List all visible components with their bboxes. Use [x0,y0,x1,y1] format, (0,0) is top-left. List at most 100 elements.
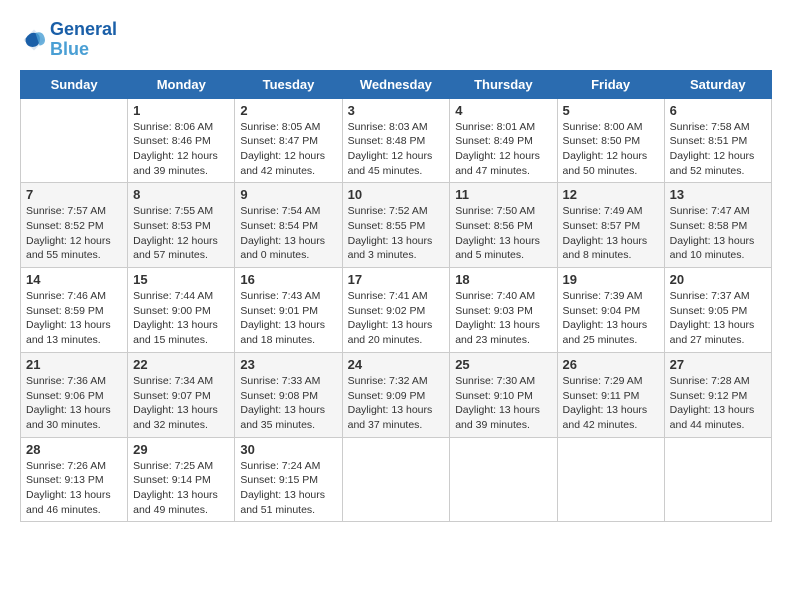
day-info: Sunrise: 7:36 AMSunset: 9:06 PMDaylight:… [26,374,122,433]
calendar-cell: 27 Sunrise: 7:28 AMSunset: 9:12 PMDayligh… [664,352,771,437]
weekday-header-thursday: Thursday [450,70,557,98]
day-number: 23 [240,357,336,372]
calendar-cell: 24Sunrise: 7:32 AMSunset: 9:09 PMDayligh… [342,352,450,437]
calendar-cell: 12Sunrise: 7:49 AMSunset: 8:57 PMDayligh… [557,183,664,268]
day-number: 26 [563,357,659,372]
calendar-table: SundayMondayTuesdayWednesdayThursdayFrid… [20,70,772,523]
day-info: Sunrise: 7:43 AMSunset: 9:01 PMDaylight:… [240,289,336,348]
weekday-header-sunday: Sunday [21,70,128,98]
day-number: 7 [26,187,122,202]
day-info: Sunrise: 7:54 AMSunset: 8:54 PMDaylight:… [240,204,336,263]
day-info: Sunrise: 8:01 AMSunset: 8:49 PMDaylight:… [455,120,551,179]
weekday-header-wednesday: Wednesday [342,70,450,98]
calendar-cell: 17 Sunrise: 7:41 AMSunset: 9:02 PMDayligh… [342,268,450,353]
calendar-cell: 9 Sunrise: 7:54 AMSunset: 8:54 PMDaylight… [235,183,342,268]
day-info: Sunrise: 7:30 AMSunset: 9:10 PMDaylight:… [455,374,551,433]
calendar-cell: 13 Sunrise: 7:47 AMSunset: 8:58 PMDayligh… [664,183,771,268]
day-number: 14 [26,272,122,287]
day-number: 17 [348,272,445,287]
day-info: Sunrise: 7:52 AMSunset: 8:55 PMDaylight:… [348,204,445,263]
day-number: 19 [563,272,659,287]
day-info: Sunrise: 7:46 AMSunset: 8:59 PMDaylight:… [26,289,122,348]
logo: General Blue [20,20,117,60]
calendar-cell: 14 Sunrise: 7:46 AMSunset: 8:59 PMDayligh… [21,268,128,353]
day-number: 1 [133,103,229,118]
weekday-header-friday: Friday [557,70,664,98]
day-number: 29 [133,442,229,457]
calendar-cell [664,437,771,522]
day-number: 21 [26,357,122,372]
weekday-header-saturday: Saturday [664,70,771,98]
day-info: Sunrise: 7:32 AMSunset: 9:09 PMDaylight:… [348,374,445,433]
calendar-cell [342,437,450,522]
calendar-cell: 8 Sunrise: 7:55 AMSunset: 8:53 PMDaylight… [128,183,235,268]
calendar-cell: 22 Sunrise: 7:34 AMSunset: 9:07 PMDayligh… [128,352,235,437]
day-info: Sunrise: 7:50 AMSunset: 8:56 PMDaylight:… [455,204,551,263]
calendar-cell: 3 Sunrise: 8:03 AMSunset: 8:48 PMDaylight… [342,98,450,183]
logo-text: General Blue [50,20,117,60]
day-info: Sunrise: 7:33 AMSunset: 9:08 PMDaylight:… [240,374,336,433]
day-info: Sunrise: 8:00 AMSunset: 8:50 PMDaylight:… [563,120,659,179]
calendar-cell: 16 Sunrise: 7:43 AMSunset: 9:01 PMDayligh… [235,268,342,353]
day-info: Sunrise: 7:41 AMSunset: 9:02 PMDaylight:… [348,289,445,348]
day-number: 16 [240,272,336,287]
calendar-cell: 28 Sunrise: 7:26 AMSunset: 9:13 PMDayligh… [21,437,128,522]
logo-icon [20,26,48,54]
day-number: 13 [670,187,766,202]
day-number: 3 [348,103,445,118]
calendar-cell: 30Sunrise: 7:24 AMSunset: 9:15 PMDayligh… [235,437,342,522]
calendar-cell [450,437,557,522]
weekday-header-monday: Monday [128,70,235,98]
day-info: Sunrise: 7:55 AMSunset: 8:53 PMDaylight:… [133,204,229,263]
day-info: Sunrise: 7:40 AMSunset: 9:03 PMDaylight:… [455,289,551,348]
calendar-cell [21,98,128,183]
calendar-week-1: 1 Sunrise: 8:06 AMSunset: 8:46 PMDaylight… [21,98,772,183]
calendar-cell: 1 Sunrise: 8:06 AMSunset: 8:46 PMDaylight… [128,98,235,183]
day-info: Sunrise: 7:57 AMSunset: 8:52 PMDaylight:… [26,204,122,263]
day-number: 8 [133,187,229,202]
day-info: Sunrise: 7:39 AMSunset: 9:04 PMDaylight:… [563,289,659,348]
day-info: Sunrise: 7:28 AMSunset: 9:12 PMDaylight:… [670,374,766,433]
calendar-cell: 4 Sunrise: 8:01 AMSunset: 8:49 PMDaylight… [450,98,557,183]
calendar-cell: 2Sunrise: 8:05 AMSunset: 8:47 PMDaylight… [235,98,342,183]
day-info: Sunrise: 8:03 AMSunset: 8:48 PMDaylight:… [348,120,445,179]
calendar-week-5: 28 Sunrise: 7:26 AMSunset: 9:13 PMDayligh… [21,437,772,522]
calendar-cell: 5 Sunrise: 8:00 AMSunset: 8:50 PMDaylight… [557,98,664,183]
day-info: Sunrise: 7:29 AMSunset: 9:11 PMDaylight:… [563,374,659,433]
day-info: Sunrise: 7:25 AMSunset: 9:14 PMDaylight:… [133,459,229,518]
day-info: Sunrise: 7:49 AMSunset: 8:57 PMDaylight:… [563,204,659,263]
day-info: Sunrise: 7:47 AMSunset: 8:58 PMDaylight:… [670,204,766,263]
day-number: 18 [455,272,551,287]
day-info: Sunrise: 8:05 AMSunset: 8:47 PMDaylight:… [240,120,336,179]
day-info: Sunrise: 7:44 AMSunset: 9:00 PMDaylight:… [133,289,229,348]
calendar-cell: 10 Sunrise: 7:52 AMSunset: 8:55 PMDayligh… [342,183,450,268]
calendar-cell [557,437,664,522]
day-number: 25 [455,357,551,372]
day-number: 28 [26,442,122,457]
calendar-cell: 25 Sunrise: 7:30 AMSunset: 9:10 PMDayligh… [450,352,557,437]
day-number: 22 [133,357,229,372]
calendar-week-4: 21 Sunrise: 7:36 AMSunset: 9:06 PMDayligh… [21,352,772,437]
day-number: 9 [240,187,336,202]
calendar-cell: 11Sunrise: 7:50 AMSunset: 8:56 PMDayligh… [450,183,557,268]
day-number: 5 [563,103,659,118]
day-number: 27 [670,357,766,372]
weekday-header-tuesday: Tuesday [235,70,342,98]
calendar-cell: 6 Sunrise: 7:58 AMSunset: 8:51 PMDaylight… [664,98,771,183]
day-info: Sunrise: 7:58 AMSunset: 8:51 PMDaylight:… [670,120,766,179]
calendar-week-3: 14 Sunrise: 7:46 AMSunset: 8:59 PMDayligh… [21,268,772,353]
calendar-cell: 29 Sunrise: 7:25 AMSunset: 9:14 PMDayligh… [128,437,235,522]
day-number: 6 [670,103,766,118]
weekday-header-row: SundayMondayTuesdayWednesdayThursdayFrid… [21,70,772,98]
day-number: 30 [240,442,336,457]
calendar-cell: 23 Sunrise: 7:33 AMSunset: 9:08 PMDayligh… [235,352,342,437]
day-info: Sunrise: 7:34 AMSunset: 9:07 PMDaylight:… [133,374,229,433]
calendar-cell: 7 Sunrise: 7:57 AMSunset: 8:52 PMDaylight… [21,183,128,268]
day-number: 4 [455,103,551,118]
day-info: Sunrise: 7:26 AMSunset: 9:13 PMDaylight:… [26,459,122,518]
calendar-week-2: 7 Sunrise: 7:57 AMSunset: 8:52 PMDaylight… [21,183,772,268]
calendar-cell: 18 Sunrise: 7:40 AMSunset: 9:03 PMDayligh… [450,268,557,353]
day-info: Sunrise: 8:06 AMSunset: 8:46 PMDaylight:… [133,120,229,179]
day-number: 10 [348,187,445,202]
calendar-cell: 21 Sunrise: 7:36 AMSunset: 9:06 PMDayligh… [21,352,128,437]
